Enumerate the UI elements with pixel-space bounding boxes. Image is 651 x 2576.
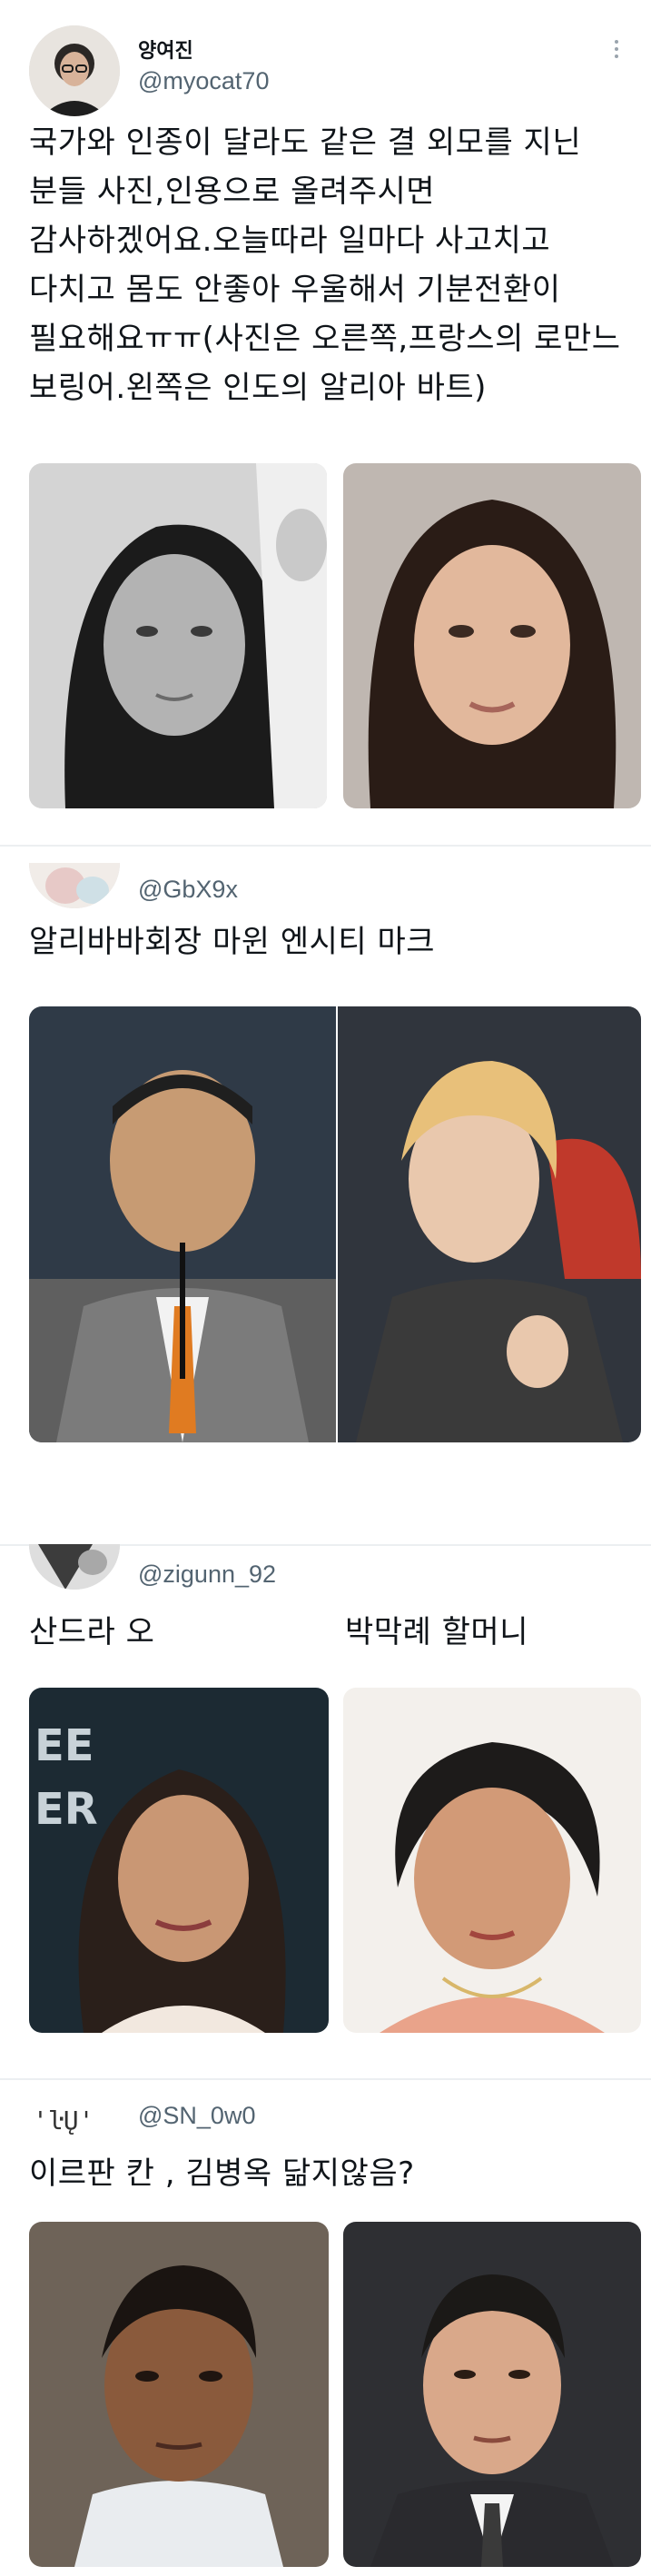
- photo-right[interactable]: [343, 1688, 641, 2033]
- avatar-sn-0w0[interactable]: 'ŀŲ': [29, 2096, 120, 2140]
- tweet-text-line: 감사하겠어요.오늘따라 일마다 사고치고: [29, 223, 551, 259]
- photo-left[interactable]: [29, 2222, 329, 2567]
- photo-right[interactable]: [343, 463, 641, 808]
- tweet-4: 'ŀŲ' @SN_0w0 이르판 칸 , 김병옥 닮지않음?: [0, 2080, 651, 2576]
- tweet-text-line: 분들 사진,인용으로 올려주시면: [29, 173, 436, 210]
- tweet-text-right: 박막례 할머니: [345, 1614, 528, 1650]
- tweet-text: 알리바바회장 마윈 엔시티 마크: [29, 924, 436, 960]
- tweet-text: 이르판 칸 , 김병옥 닮지않음?: [29, 2155, 415, 2192]
- avatar-zigunn[interactable]: [29, 1544, 120, 1590]
- tweet-3: @zigunn_92 산드라 오 박막례 할머니 EE ER: [0, 1544, 651, 2062]
- tweet-2: @GbX9x 알리바바회장 마윈 엔시티 마크: [0, 854, 651, 1490]
- avatar-myocat70[interactable]: [29, 25, 120, 116]
- tweet-text: 국가와 인종이 달라도 같은 결 외모를 지닌 분들 사진,인용으로 올려주시면…: [29, 118, 628, 412]
- tweet-text-line: 보링어.왼쪽은 인도의 알리아 바트): [29, 370, 487, 406]
- svg-text:ER: ER: [35, 1784, 98, 1835]
- tweet-text-line: 국가와 인종이 달라도 같은 결 외모를 지닌: [29, 124, 582, 161]
- photo-left[interactable]: [29, 1006, 336, 1442]
- photo-left[interactable]: [29, 463, 327, 808]
- divider: [0, 845, 651, 847]
- svg-text:EE: EE: [35, 1720, 94, 1771]
- user-handle[interactable]: @myocat70: [138, 67, 269, 95]
- photo-right[interactable]: [343, 2222, 641, 2567]
- svg-text:'ŀŲ': 'ŀŲ': [33, 2105, 94, 2135]
- photo-right[interactable]: [338, 1006, 641, 1442]
- more-options-icon[interactable]: [615, 40, 620, 62]
- user-handle[interactable]: @zigunn_92: [138, 1560, 276, 1589]
- tweet-1: 양여진 @myocat70 국가와 인종이 달라도 같은 결 외모를 지닌 분들…: [0, 0, 651, 827]
- tweet-text-line: 필요해요ㅠㅠ(사진은 오른쪽,프랑스의 로만느: [29, 321, 621, 357]
- display-name[interactable]: 양여진: [138, 35, 193, 64]
- user-handle[interactable]: @SN_0w0: [138, 2102, 255, 2130]
- tweet-text-line: 다치고 몸도 안좋아 우울해서 기분전환이: [29, 272, 561, 308]
- avatar-gbx9x[interactable]: [29, 863, 120, 908]
- photo-left[interactable]: EE ER: [29, 1688, 329, 2033]
- user-handle[interactable]: @GbX9x: [138, 876, 238, 904]
- tweet-text-left: 산드라 오: [29, 1614, 155, 1650]
